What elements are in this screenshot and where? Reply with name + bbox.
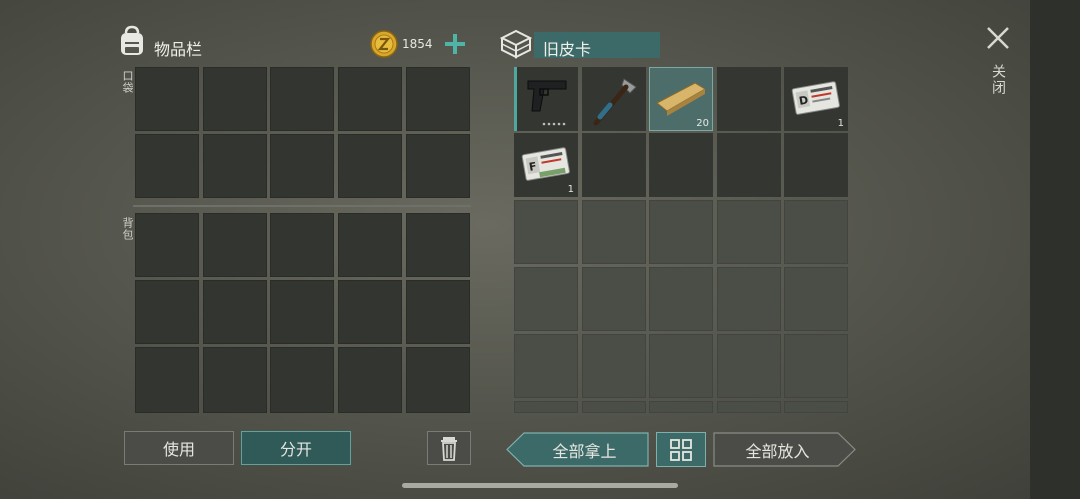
pocket-slot[interactable] bbox=[406, 67, 470, 131]
pocket-slot[interactable] bbox=[203, 134, 267, 198]
container-slot[interactable] bbox=[514, 401, 578, 413]
pocket-slot[interactable] bbox=[203, 67, 267, 131]
container-slot[interactable] bbox=[649, 267, 713, 331]
backpack-slot[interactable] bbox=[406, 280, 470, 344]
add-coins-button[interactable] bbox=[440, 30, 470, 58]
container-slot[interactable] bbox=[649, 334, 713, 398]
trash-button[interactable] bbox=[427, 431, 471, 465]
backpack-slot[interactable] bbox=[203, 213, 267, 277]
pistol-icon[interactable] bbox=[514, 67, 578, 131]
container-slot[interactable] bbox=[649, 200, 713, 264]
take-all-label: 全部拿上 bbox=[552, 441, 617, 461]
coin-count: 1854 bbox=[402, 37, 433, 51]
container-slot[interactable] bbox=[514, 200, 578, 264]
container-slot[interactable] bbox=[582, 334, 646, 398]
pocket-slot[interactable] bbox=[406, 134, 470, 198]
pocket-slot[interactable] bbox=[338, 134, 402, 198]
backpack-slot[interactable] bbox=[135, 213, 199, 277]
container-slot[interactable] bbox=[582, 200, 646, 264]
container-slot[interactable] bbox=[514, 267, 578, 331]
backpack-icon bbox=[117, 25, 147, 57]
wood-plank-icon[interactable]: 20 bbox=[649, 67, 713, 131]
pocket-label: 口袋 bbox=[121, 70, 134, 94]
home-indicator bbox=[402, 483, 678, 488]
container-slot[interactable] bbox=[582, 133, 646, 197]
backpack-slot[interactable] bbox=[135, 280, 199, 344]
pocket-slot[interactable] bbox=[270, 134, 334, 198]
id-card-f-icon[interactable]: F 1 bbox=[514, 133, 578, 197]
backpack-label: 背包 bbox=[121, 217, 134, 241]
container-slot[interactable] bbox=[717, 401, 781, 413]
pocket-slot[interactable] bbox=[135, 67, 199, 131]
use-button[interactable]: 使用 bbox=[124, 431, 234, 465]
split-button[interactable]: 分开 bbox=[241, 431, 351, 465]
container-slot[interactable] bbox=[649, 133, 713, 197]
coin-icon bbox=[370, 30, 398, 58]
right-side-panel bbox=[1030, 0, 1080, 499]
backpack-slot[interactable] bbox=[270, 280, 334, 344]
container-title: 旧皮卡 bbox=[543, 40, 592, 59]
pocket-slot[interactable] bbox=[270, 67, 334, 131]
backpack-slot[interactable] bbox=[270, 347, 334, 413]
container-slot[interactable] bbox=[649, 401, 713, 413]
container-slot[interactable] bbox=[784, 267, 848, 331]
card-f-qty: 1 bbox=[567, 184, 574, 195]
pocket-slot[interactable] bbox=[338, 67, 402, 131]
container-slot[interactable] bbox=[582, 401, 646, 413]
sort-button[interactable] bbox=[656, 432, 706, 467]
container-slot[interactable] bbox=[582, 267, 646, 331]
close-label[interactable]: 关闭 bbox=[988, 64, 1008, 96]
backpack-slot[interactable] bbox=[338, 213, 402, 277]
inventory-title: 物品栏 bbox=[154, 40, 203, 59]
container-slot[interactable] bbox=[784, 401, 848, 413]
pocket-slot[interactable] bbox=[135, 134, 199, 198]
pocket-divider bbox=[133, 205, 471, 207]
backpack-slot[interactable] bbox=[270, 213, 334, 277]
backpack-slot[interactable] bbox=[203, 347, 267, 413]
close-icon bbox=[987, 27, 1009, 49]
card-d-qty: 1 bbox=[837, 118, 844, 129]
container-slot[interactable] bbox=[717, 334, 781, 398]
backpack-slot[interactable] bbox=[203, 280, 267, 344]
container-slot[interactable] bbox=[784, 334, 848, 398]
container-slot[interactable] bbox=[717, 200, 781, 264]
container-icon bbox=[498, 28, 534, 60]
close-button[interactable] bbox=[984, 24, 1012, 52]
container-slot[interactable] bbox=[717, 267, 781, 331]
plank-qty: 20 bbox=[696, 118, 709, 129]
container-slot[interactable] bbox=[717, 133, 781, 197]
put-all-label: 全部放入 bbox=[745, 441, 810, 461]
backpack-slot[interactable] bbox=[135, 347, 199, 413]
container-slot[interactable] bbox=[717, 67, 781, 131]
container-slot[interactable] bbox=[784, 200, 848, 264]
trash-icon bbox=[441, 437, 457, 461]
backpack-slot[interactable] bbox=[338, 347, 402, 413]
id-card-d-icon[interactable]: D 1 bbox=[784, 67, 848, 131]
backpack-slot[interactable] bbox=[406, 213, 470, 277]
container-slot[interactable] bbox=[514, 334, 578, 398]
grid-sort-icon bbox=[670, 439, 692, 461]
put-all-button[interactable]: 全部放入 bbox=[713, 432, 856, 467]
take-all-button[interactable]: 全部拿上 bbox=[506, 432, 649, 467]
container-slot[interactable] bbox=[784, 133, 848, 197]
backpack-slot[interactable] bbox=[338, 280, 402, 344]
hatchet-icon[interactable] bbox=[582, 67, 646, 131]
backpack-slot[interactable] bbox=[406, 347, 470, 413]
